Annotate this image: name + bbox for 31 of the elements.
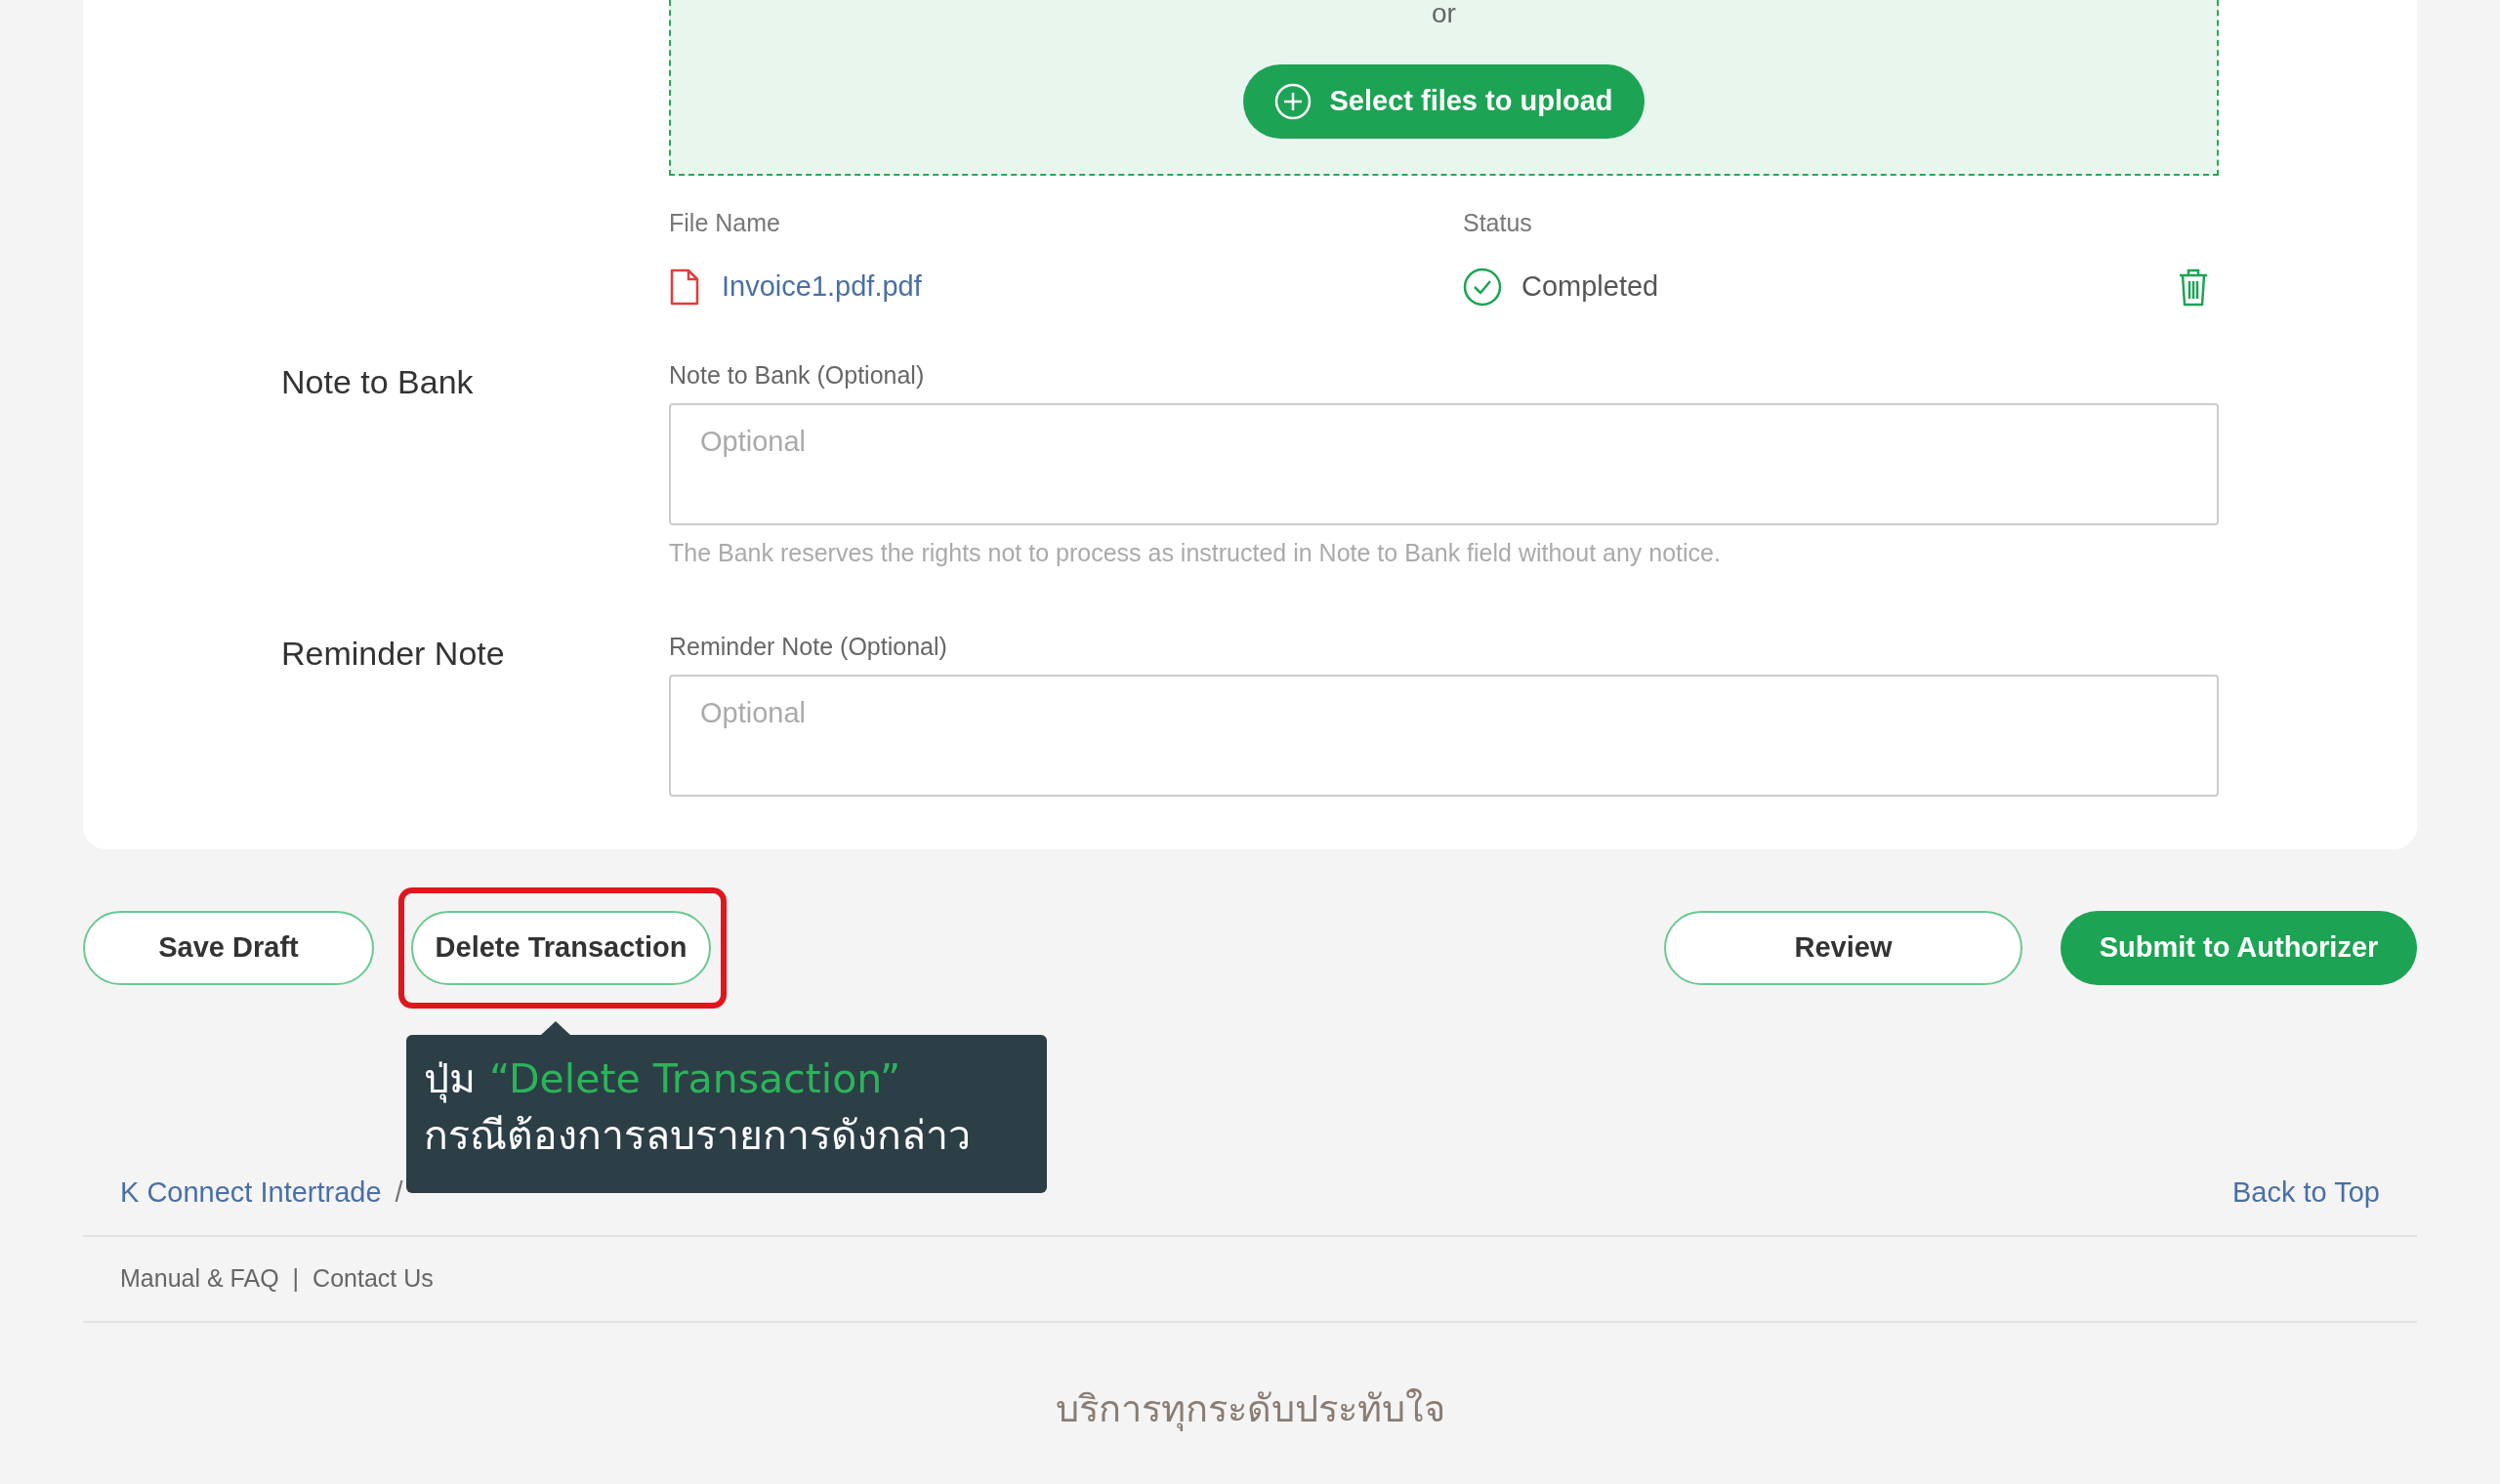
action-button[interactable]: Submit to Authorizer: [2061, 911, 2417, 985]
add-icon: [1274, 83, 1312, 120]
section-label: Note to Bank: [280, 361, 475, 402]
or-text: or: [1432, 0, 1456, 27]
status-text: Completed: [1521, 268, 1659, 304]
file-link[interactable]: Invoice1.pdf.pdf: [722, 265, 922, 309]
link-separator: |: [292, 1263, 300, 1295]
action-button[interactable]: Save Draft: [83, 911, 374, 985]
delete-button[interactable]: [2178, 267, 2209, 307]
column-header: Status: [1463, 208, 1532, 238]
breadcrumb-separator: /: [395, 1175, 403, 1211]
breadcrumb-link[interactable]: K Connect Intertrade: [120, 1172, 382, 1215]
text-field[interactable]: Optional: [669, 675, 2219, 797]
column-header: File Name: [669, 208, 781, 238]
check-circle-icon: [1463, 267, 1502, 307]
footer-link[interactable]: Contact Us: [312, 1260, 434, 1298]
action-button[interactable]: Delete Transaction: [411, 911, 711, 985]
hint-text: The Bank reserves the rights not to process as instructed in Note to Bank field without any notice.: [669, 538, 1722, 568]
field-label: Note to Bank (Optional): [669, 359, 926, 391]
action-button[interactable]: Review: [1664, 911, 2022, 985]
callout-text: กรณีต้องการลบรายการดังกล่าว: [424, 1111, 972, 1161]
field-label: Reminder Note (Optional): [669, 631, 948, 662]
upload-button[interactable]: Select files to upload: [1243, 64, 1645, 139]
callout-highlight-text: “Delete Transaction”: [489, 1054, 901, 1104]
section-label: Reminder Note: [280, 633, 506, 674]
tagline-text: บริการทุกระดับประทับใจ: [1055, 1386, 1445, 1433]
text-field[interactable]: Optional: [669, 403, 2219, 525]
document-icon: [669, 267, 700, 307]
callout-text: ปุ่ม: [424, 1054, 476, 1105]
back-to-top-link[interactable]: Back to Top: [2232, 1172, 2380, 1215]
footer-link[interactable]: Manual & FAQ: [120, 1260, 279, 1298]
